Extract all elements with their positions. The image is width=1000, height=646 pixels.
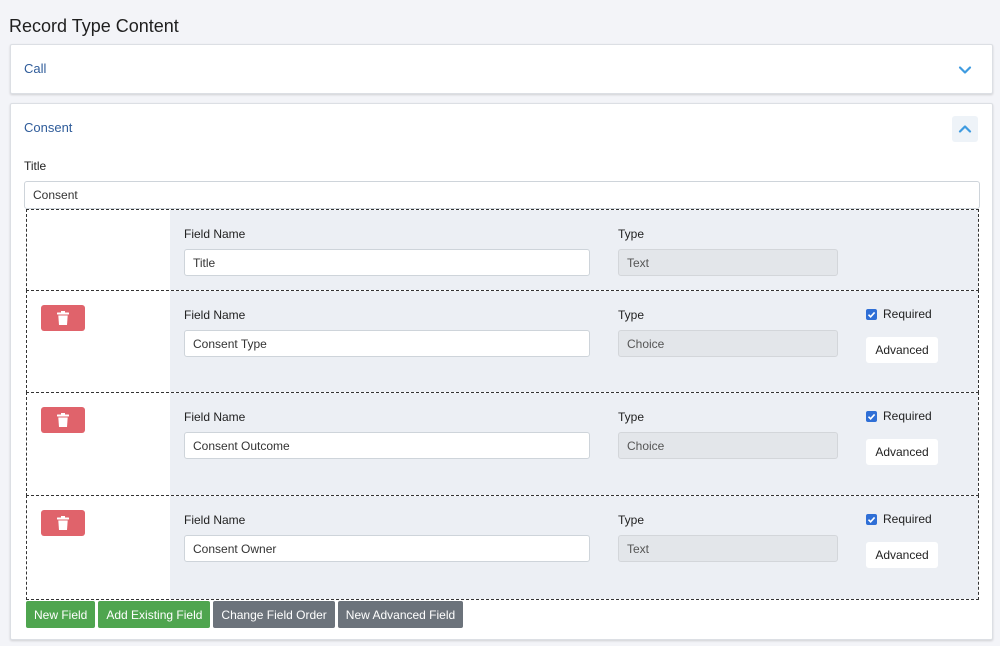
field-name-label: Field Name: [184, 227, 246, 241]
field-row: Field Name Type Required Advanced: [26, 392, 979, 496]
title-input[interactable]: [24, 181, 980, 209]
required-checkbox[interactable]: Required: [866, 409, 932, 423]
field-row: Field Name Type Required Advanced: [26, 290, 979, 393]
section-consent-title[interactable]: Consent: [24, 120, 72, 135]
trash-icon: [57, 413, 69, 427]
check-icon[interactable]: [866, 513, 877, 525]
chevron-up-icon[interactable]: [952, 116, 978, 142]
type-label: Type: [618, 308, 645, 322]
title-label: Title: [24, 159, 47, 173]
field-name-input[interactable]: [184, 330, 590, 357]
trash-icon: [57, 311, 69, 325]
field-row: Field Name Type Required Advanced: [26, 495, 979, 600]
type-field: [618, 432, 838, 459]
field-actions: New Field Add Existing Field Change Fiel…: [26, 601, 464, 628]
delete-field-button[interactable]: [41, 305, 85, 331]
type-field: [618, 535, 838, 562]
type-label: Type: [618, 410, 645, 424]
type-field: [618, 330, 838, 357]
type-label: Type: [618, 227, 645, 241]
required-checkbox[interactable]: Required: [866, 307, 932, 321]
check-icon[interactable]: [866, 308, 877, 320]
required-label: Required: [883, 409, 932, 423]
field-name-input[interactable]: [184, 249, 590, 276]
fields-list: Field Name Type Field Name Type Requi: [26, 209, 979, 600]
type-label: Type: [618, 513, 645, 527]
trash-icon: [57, 516, 69, 530]
field-name-label: Field Name: [184, 308, 246, 322]
required-checkbox[interactable]: Required: [866, 512, 932, 526]
field-name-label: Field Name: [184, 513, 246, 527]
new-field-button[interactable]: New Field: [26, 601, 96, 628]
advanced-button[interactable]: Advanced: [866, 542, 938, 568]
chevron-down-icon[interactable]: [952, 57, 978, 83]
section-call[interactable]: Call: [10, 44, 993, 94]
new-advanced-field-button[interactable]: New Advanced Field: [337, 601, 464, 628]
advanced-button[interactable]: Advanced: [866, 337, 938, 363]
section-call-title[interactable]: Call: [24, 61, 46, 76]
page-title: Record Type Content: [9, 16, 179, 36]
check-icon[interactable]: [866, 410, 877, 422]
field-name-input[interactable]: [184, 432, 590, 459]
field-name-input[interactable]: [184, 535, 590, 562]
field-row: Field Name Type: [26, 209, 979, 291]
field-name-label: Field Name: [184, 410, 246, 424]
required-label: Required: [883, 512, 932, 526]
delete-field-button[interactable]: [41, 510, 85, 536]
required-label: Required: [883, 307, 932, 321]
type-field: [618, 249, 838, 276]
advanced-button[interactable]: Advanced: [866, 439, 938, 465]
section-consent: Consent Title Field Name Type Field Nam: [10, 103, 993, 640]
change-field-order-button[interactable]: Change Field Order: [213, 601, 335, 628]
add-existing-field-button[interactable]: Add Existing Field: [98, 601, 211, 628]
delete-field-button[interactable]: [41, 407, 85, 433]
